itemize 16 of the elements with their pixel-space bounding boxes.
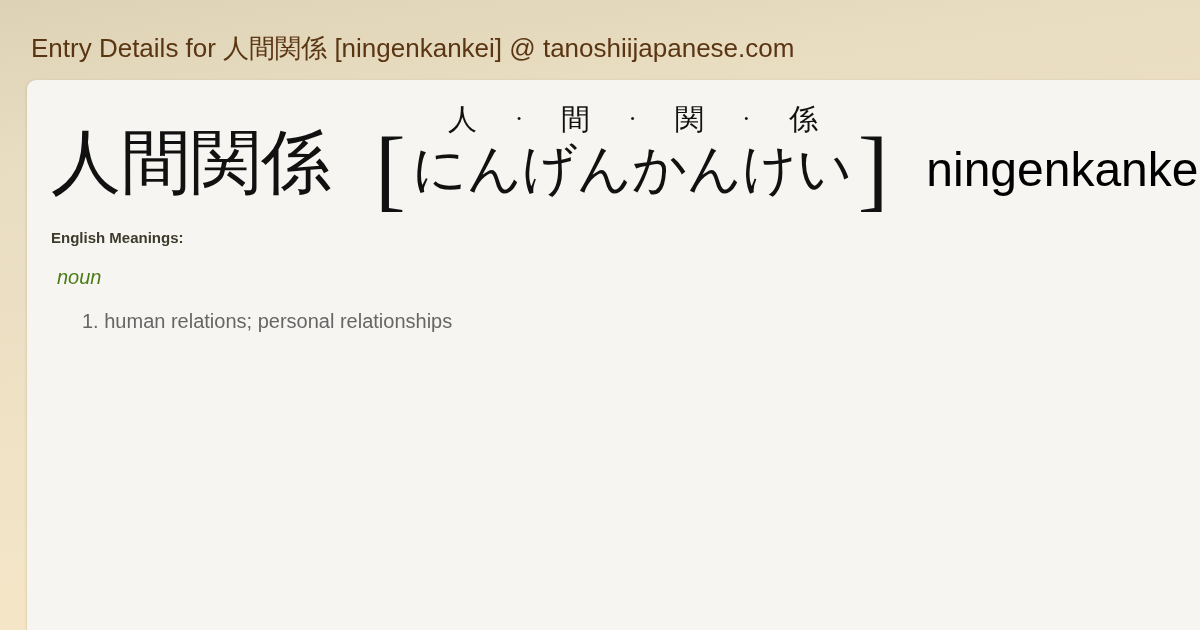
meanings-heading: English Meanings:	[51, 228, 185, 248]
furigana-separator: ·	[628, 104, 637, 134]
furigana-text: 人	[447, 103, 477, 135]
kana-reading: にんげんかんけい	[411, 138, 852, 201]
headword-kanji: 人間関係	[51, 123, 331, 203]
furigana-text: 間	[561, 103, 591, 135]
part-of-speech: noun	[56, 265, 103, 289]
furigana-separator: ·	[741, 104, 751, 134]
furigana-text: 係	[788, 103, 818, 135]
furigana-text: 関	[674, 103, 704, 135]
reading-open-bracket: [	[375, 123, 406, 215]
romaji-reading: ningenkanke	[926, 142, 1199, 198]
page-title: Entry Details for 人間関係 [ningenkankei] @ tanoshiijapanese.com	[30, 32, 796, 65]
reading-close-bracket: ]	[857, 123, 889, 215]
meaning-text: 1. human relations; personal relationships	[81, 309, 454, 333]
furigana-separator: ·	[514, 104, 524, 134]
